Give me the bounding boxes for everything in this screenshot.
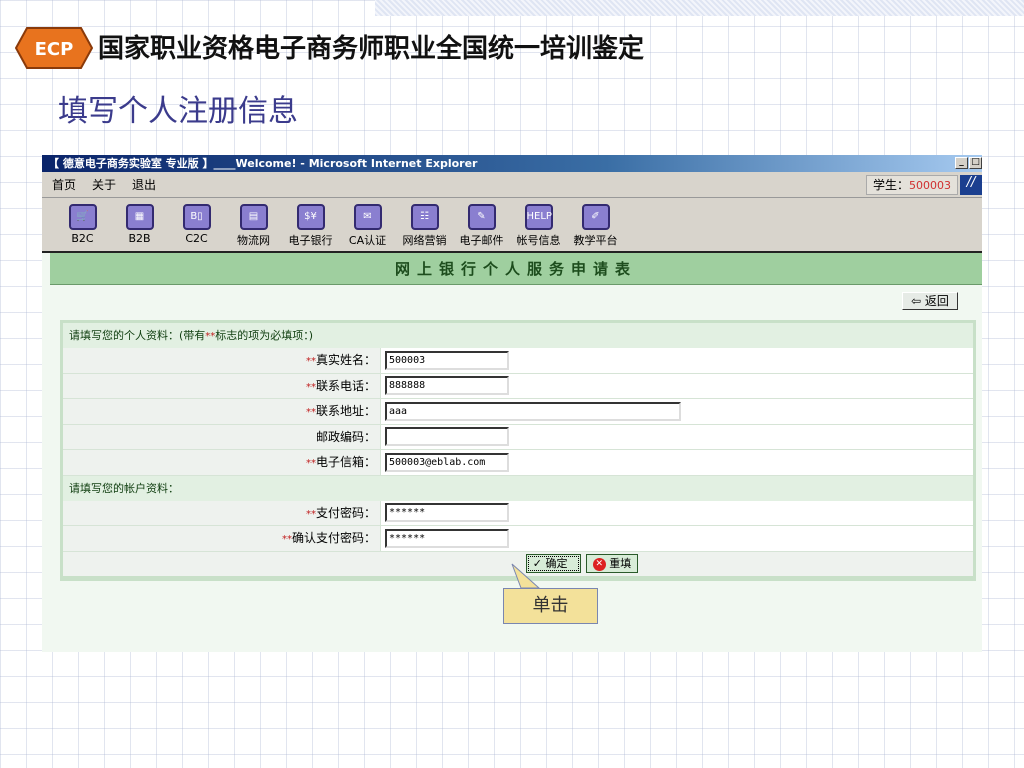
form-row: **真实姓名： 500003 (63, 348, 973, 374)
form-header: 网上银行个人服务申请表 (50, 253, 982, 285)
menu-home[interactable]: 首页 (52, 176, 76, 193)
text-input[interactable]: aaa (385, 401, 681, 421)
toolbar-item[interactable]: ▤ 物流网 (225, 198, 282, 251)
field-label: **电子信箱： (63, 450, 381, 475)
student-badge: 学生：500003 (865, 175, 958, 195)
servers-icon: ▦ (125, 204, 154, 230)
toolbar-label: 电子银行 (288, 234, 333, 247)
required-mark: ** (305, 508, 316, 520)
svg-text:ECP: ECP (35, 39, 74, 60)
student-label: 学生： (872, 178, 909, 192)
field-label: **真实姓名： (63, 348, 381, 373)
form-row: **联系地址： aaa (63, 399, 973, 425)
submit-label: 确定 (545, 557, 568, 570)
form-row: 邮政编码： (63, 424, 973, 450)
toolbar-item[interactable]: ✐ 教学平台 (567, 198, 624, 251)
help-book-icon: HELP (524, 204, 553, 230)
window-titlebar: 【 德意电子商务实验室 专业版 】____Welcome! - Microsof… (42, 155, 982, 172)
text-input[interactable] (385, 427, 509, 447)
student-id: 500003 (909, 179, 951, 192)
menu-bar: 首页 关于 退出 学生：500003 // (42, 172, 982, 198)
toolbar-label: 教学平台 (573, 234, 618, 247)
form-row: **确认支付密码： ****** (63, 526, 973, 552)
close-icon: ✕ (592, 557, 606, 571)
toolbar-item[interactable]: ☷ 网络营销 (396, 198, 453, 251)
reset-button[interactable]: ✕ 重填 (585, 554, 639, 573)
field-label-text: 电子信箱： (315, 455, 376, 469)
field-label: **联系电话： (63, 373, 381, 398)
field-label: **确认支付密码： (63, 526, 381, 551)
toolbar-item[interactable]: ▦ B2B (111, 198, 168, 251)
field-label-text: 联系地址： (315, 404, 376, 418)
field-label: **联系地址： (63, 399, 381, 424)
field-label-text: 联系电话： (315, 378, 376, 393)
toolbar-label: 物流网 (237, 234, 270, 247)
cart-icon: 🛒 (68, 204, 97, 230)
back-label: 返回 (924, 294, 949, 308)
required-mark: ** (205, 331, 216, 342)
toolbar-item[interactable]: 🛒 B2C (54, 198, 111, 251)
required-mark: ** (281, 534, 292, 545)
email-icon: ✎ (467, 204, 496, 230)
folder-icon: B▯ (182, 204, 211, 230)
certificate-icon: ✉ (353, 204, 382, 230)
toolbar-item[interactable]: B▯ C2C (168, 198, 225, 251)
ecp-logo: ECP (15, 27, 93, 69)
account-section-header: 请填写您的帐户资料： (63, 475, 973, 501)
network-icon: ☷ (410, 204, 439, 230)
toolbar: 🛒 B2C ▦ B2B B▯ C2C ▤ 物流网 $¥ 电子银行 ✉ CA认证 ☷ 网络营销 ✎ 电子邮件 HE… (42, 198, 982, 253)
text-input[interactable]: ****** (385, 503, 509, 523)
toolbar-label: CA认证 (348, 234, 387, 247)
callout-pointer (511, 563, 541, 589)
pen-icon: ✐ (581, 204, 610, 230)
field-label: 邮政编码： (63, 424, 381, 449)
personal-section-header: 请填写您的个人资料：(带有**标志的项为必填项：) (63, 323, 973, 348)
text-input[interactable]: 500003@eblab.com (385, 452, 509, 472)
minimize-button[interactable]: _ (955, 157, 968, 169)
ie-logo-icon: // (960, 175, 982, 195)
section-prefix: 请填写您的个人资料：(带有 (69, 329, 206, 342)
field-label-text: 真实姓名： (315, 353, 376, 367)
toolbar-label: 电子邮件 (459, 234, 504, 247)
toolbar-item[interactable]: ✉ CA认证 (339, 198, 396, 251)
toolbar-label: B2B (128, 232, 151, 245)
required-mark: ** (305, 356, 316, 367)
window-title: 【 德意电子商务实验室 专业版 】____Welcome! - Microsof… (48, 157, 478, 170)
registration-form: 请填写您的个人资料：(带有**标志的项为必填项：) **真实姓名： 500003 *… (60, 320, 976, 581)
toolbar-label: 帐号信息 (516, 234, 561, 247)
menu-about[interactable]: 关于 (92, 176, 116, 193)
slide-subtitle: 填写个人注册信息 (58, 94, 298, 129)
field-label: **支付密码： (63, 500, 381, 525)
required-mark: ** (305, 458, 316, 469)
back-button[interactable]: ⇦ 返回 (902, 292, 958, 310)
maximize-button[interactable]: □ (969, 157, 982, 169)
toolbar-item[interactable]: HELP 帐号信息 (510, 198, 567, 251)
menu-logout[interactable]: 退出 (132, 176, 156, 193)
click-callout: 单击 (503, 588, 598, 624)
form-row: **电子信箱： 500003@eblab.com (63, 450, 973, 476)
form-row: **支付密码： ****** (63, 500, 973, 526)
money-bag-icon: $¥ (296, 204, 325, 230)
section-suffix: 标志的项为必填项：) (215, 329, 314, 342)
truck-icon: ▤ (239, 204, 268, 230)
form-row: **联系电话： 888888 (63, 373, 973, 399)
decorative-stripe (375, 0, 1024, 16)
field-label-text: 邮政编码： (315, 429, 376, 444)
brand-title: 国家职业资格电子商务师职业全国统一培训鉴定 (98, 34, 645, 64)
toolbar-label: B2C (71, 232, 94, 245)
toolbar-item[interactable]: ✎ 电子邮件 (453, 198, 510, 251)
toolbar-label: C2C (185, 232, 208, 245)
door-icon: ⇦ (911, 294, 925, 308)
text-input[interactable]: ****** (385, 528, 509, 548)
field-label-text: 确认支付密码： (291, 531, 376, 545)
field-label-text: 支付密码： (315, 505, 376, 520)
toolbar-item[interactable]: $¥ 电子银行 (282, 198, 339, 251)
toolbar-label: 网络营销 (402, 234, 447, 247)
required-mark: ** (305, 381, 316, 393)
text-input[interactable]: 500003 (385, 350, 509, 370)
text-input[interactable]: 888888 (385, 376, 509, 396)
required-mark: ** (305, 407, 316, 418)
reset-label: 重填 (609, 557, 632, 570)
